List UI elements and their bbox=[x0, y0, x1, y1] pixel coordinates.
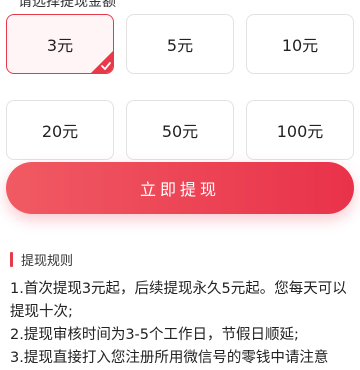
amount-option-100[interactable]: 100元 bbox=[246, 100, 354, 160]
rule-item: 3.提现直接打入您注册所用微信号的零钱中请注意 bbox=[10, 350, 329, 366]
selected-check-icon bbox=[91, 51, 113, 73]
rules-header: 提现规则 bbox=[10, 250, 73, 269]
amount-label: 3元 bbox=[46, 36, 74, 55]
amount-label: 10元 bbox=[281, 36, 319, 55]
amount-label: 100元 bbox=[276, 122, 324, 141]
amount-option-50[interactable]: 50元 bbox=[126, 100, 234, 160]
amount-hint: 请选择提现金额 bbox=[18, 0, 116, 10]
rule-item: 2.提现审核时间为3-5个工作日，节假日顺延; bbox=[10, 327, 299, 343]
amount-label: 5元 bbox=[166, 36, 194, 55]
amount-option-20[interactable]: 20元 bbox=[6, 100, 114, 160]
amount-option-3[interactable]: 3元 bbox=[6, 14, 114, 74]
amount-label: 50元 bbox=[161, 122, 199, 141]
rules-title: 提现规则 bbox=[21, 254, 74, 269]
amount-grid: 3元 5元 10元 20元 50元 100元 bbox=[6, 14, 354, 160]
rules-list: 1.首次提现3元起，后续提现永久5元起。您每天可以提现十次; 2.提现审核时间为… bbox=[10, 278, 350, 370]
rules-accent-bar bbox=[10, 252, 13, 267]
amount-option-10[interactable]: 10元 bbox=[246, 14, 354, 74]
withdraw-button[interactable]: 立即提现 bbox=[6, 162, 354, 214]
amount-label: 20元 bbox=[41, 122, 79, 141]
rule-item: 1.首次提现3元起，后续提现永久5元起。您每天可以提现十次; bbox=[10, 281, 347, 320]
amount-option-5[interactable]: 5元 bbox=[126, 14, 234, 74]
